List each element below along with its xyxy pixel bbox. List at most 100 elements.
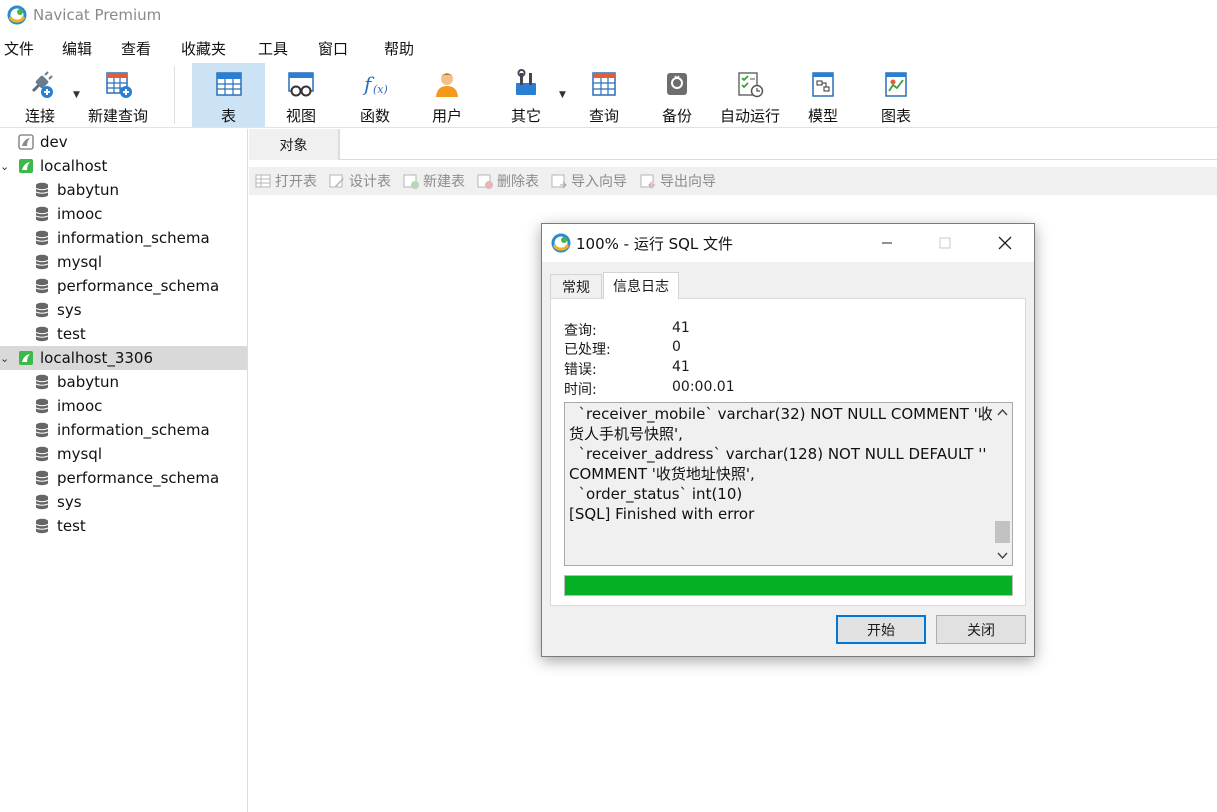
tree-db-babytun[interactable]: babytun (0, 370, 247, 394)
database-icon (35, 278, 49, 294)
tree-db-imooc[interactable]: imooc (0, 394, 247, 418)
tools-icon (516, 69, 536, 95)
database-icon (35, 422, 49, 438)
app-title: Navicat Premium (33, 6, 162, 24)
tree-db-test[interactable]: test (0, 514, 247, 538)
user-button[interactable]: 用户 (418, 63, 476, 127)
function-label: 函数 (359, 107, 390, 125)
log-content: `receiver_mobile` varchar(32) NOT NULL C… (569, 404, 993, 524)
close-button[interactable]: 关闭 (936, 615, 1026, 644)
tree-db-label: babytun (57, 181, 120, 199)
database-icon (35, 374, 49, 390)
stat-label: 已处理: (564, 342, 611, 358)
new-query-label: 新建查询 (87, 107, 148, 125)
scroll-thumb[interactable] (995, 521, 1010, 543)
menu-tools[interactable]: 工具 (258, 38, 288, 59)
tree-connection-localhost[interactable]: ⌄ localhost (0, 154, 247, 178)
tree-db-imooc[interactable]: imooc (0, 202, 247, 226)
new-table-icon (403, 174, 419, 189)
import-wizard-label: 导入向导 (571, 174, 627, 190)
open-table-button[interactable]: 打开表 (255, 171, 317, 191)
menu-window[interactable]: 窗口 (318, 38, 348, 59)
table-button[interactable]: 表 (192, 63, 265, 127)
log-line: `order_status` int(10) (569, 485, 743, 503)
menu-help[interactable]: 帮助 (384, 38, 414, 59)
query-button[interactable]: 查询 (575, 63, 633, 127)
expand-chevron-icon[interactable]: ⌄ (0, 160, 9, 173)
function-button[interactable]: f (x) 函数 (346, 63, 404, 127)
tree-connection-label: localhost_3306 (40, 349, 154, 367)
stat-label: 查询: (564, 323, 597, 339)
menu-edit[interactable]: 编辑 (62, 38, 92, 59)
other-button[interactable]: 其它 (496, 63, 556, 127)
log-line: [SQL] Finished with error (569, 505, 755, 523)
design-table-button[interactable]: 设计表 (329, 171, 391, 191)
tree-db-label: imooc (57, 397, 103, 415)
svg-text:(x): (x) (373, 83, 388, 96)
tab-objects[interactable]: 对象 (249, 129, 339, 160)
log-textarea[interactable]: `receiver_mobile` varchar(32) NOT NULL C… (564, 402, 1013, 566)
delete-table-icon (477, 174, 493, 189)
tree-db-label: information_schema (57, 229, 210, 247)
tree-db-label: sys (57, 301, 82, 319)
tree-db-label: imooc (57, 205, 103, 223)
tree-db-information-schema[interactable]: information_schema (0, 418, 247, 442)
design-table-icon (329, 174, 344, 188)
tree-db-mysql[interactable]: mysql (0, 250, 247, 274)
connect-button[interactable]: 连接 (10, 63, 70, 127)
view-button[interactable]: 视图 (272, 63, 330, 127)
tree-connection-localhost-3306[interactable]: ⌄ localhost_3306 (0, 346, 247, 370)
minimize-button[interactable] (864, 224, 910, 262)
tree-db-label: mysql (57, 253, 102, 271)
plug-icon (31, 71, 53, 98)
delete-table-button[interactable]: 删除表 (477, 171, 539, 191)
query-label: 查询 (588, 107, 619, 125)
new-query-button[interactable]: 新建查询 (84, 63, 152, 127)
tree-db-mysql[interactable]: mysql (0, 442, 247, 466)
chart-label: 图表 (880, 107, 911, 125)
tree-db-label: test (57, 517, 86, 535)
stat-value: 00:00.01 (672, 379, 735, 395)
export-wizard-button[interactable]: 导出向导 (640, 171, 716, 191)
backup-button[interactable]: 备份 (648, 63, 706, 127)
toolbar-separator (174, 66, 175, 124)
tree-db-babytun[interactable]: babytun (0, 178, 247, 202)
tab-message-log[interactable]: 信息日志 (603, 272, 679, 299)
scroll-down-button[interactable] (993, 547, 1012, 565)
close-window-button[interactable] (982, 224, 1028, 262)
stat-value: 41 (672, 320, 690, 336)
open-table-label: 打开表 (275, 174, 317, 190)
start-button[interactable]: 开始 (836, 615, 926, 644)
view-icon (288, 72, 314, 97)
chevron-down-icon (997, 552, 1008, 560)
tree-db-performance-schema[interactable]: performance_schema (0, 466, 247, 490)
chart-button[interactable]: 图表 (867, 63, 925, 127)
scroll-up-button[interactable] (993, 403, 1012, 421)
tree-db-label: information_schema (57, 421, 210, 439)
model-icon (812, 72, 834, 97)
tree-connection-dev[interactable]: dev (0, 130, 247, 154)
automation-button[interactable]: 自动运行 (716, 63, 784, 127)
tree-db-sys[interactable]: sys (0, 490, 247, 514)
tab-general[interactable]: 常规 (550, 274, 602, 299)
log-scrollbar[interactable] (993, 403, 1012, 565)
function-icon: f (x) (362, 72, 388, 96)
tree-db-performance-schema[interactable]: performance_schema (0, 274, 247, 298)
tree-db-sys[interactable]: sys (0, 298, 247, 322)
menu-favorites[interactable]: 收藏夹 (181, 38, 226, 59)
tree-db-test[interactable]: test (0, 322, 247, 346)
menu-file[interactable]: 文件 (4, 38, 34, 59)
new-table-button[interactable]: 新建表 (403, 171, 465, 191)
workspace-tabstrip: 对象 (249, 129, 1217, 160)
import-wizard-button[interactable]: 导入向导 (551, 171, 627, 191)
other-dropdown-icon[interactable]: ▼ (559, 90, 566, 100)
export-icon (640, 174, 655, 189)
backup-icon (667, 73, 687, 95)
connection-connected-icon (19, 351, 33, 365)
chevron-up-icon (997, 408, 1008, 416)
connect-dropdown-icon[interactable]: ▼ (73, 90, 80, 100)
tree-db-information-schema[interactable]: information_schema (0, 226, 247, 250)
menu-view[interactable]: 查看 (121, 38, 151, 59)
model-button[interactable]: 模型 (794, 63, 852, 127)
expand-chevron-icon[interactable]: ⌄ (0, 352, 9, 365)
